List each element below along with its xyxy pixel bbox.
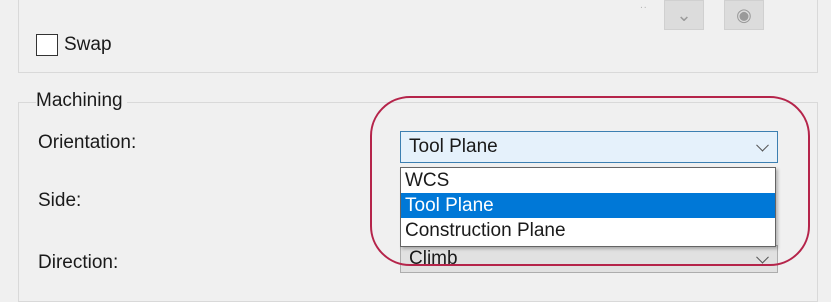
orientation-combobox[interactable]: Tool Plane [400,131,778,163]
direction-value: Climb [409,248,458,269]
ellipsis-icon: ∙∙ [640,2,648,13]
swap-option[interactable]: Swap [36,34,112,56]
chevron-down-icon[interactable]: ⌄ [664,0,704,30]
option-tool-plane[interactable]: Tool Plane [401,193,775,218]
swap-label: Swap [64,34,112,55]
eye-icon[interactable]: ◉ [724,0,764,30]
chevron-down-icon[interactable] [756,250,769,264]
orientation-selected-value: Tool Plane [409,136,498,157]
direction-label: Direction: [38,252,119,273]
option-construction-plane[interactable]: Construction Plane [401,218,775,243]
direction-combobox[interactable]: Climb [400,245,778,273]
machining-group-title: Machining [36,90,127,112]
orientation-dropdown-list[interactable]: WCS Tool Plane Construction Plane [400,167,776,247]
orientation-label: Orientation: [38,132,137,153]
chevron-down-icon[interactable] [756,138,769,152]
swap-checkbox[interactable] [36,34,58,56]
side-label: Side: [38,190,82,211]
option-wcs[interactable]: WCS [401,168,775,193]
